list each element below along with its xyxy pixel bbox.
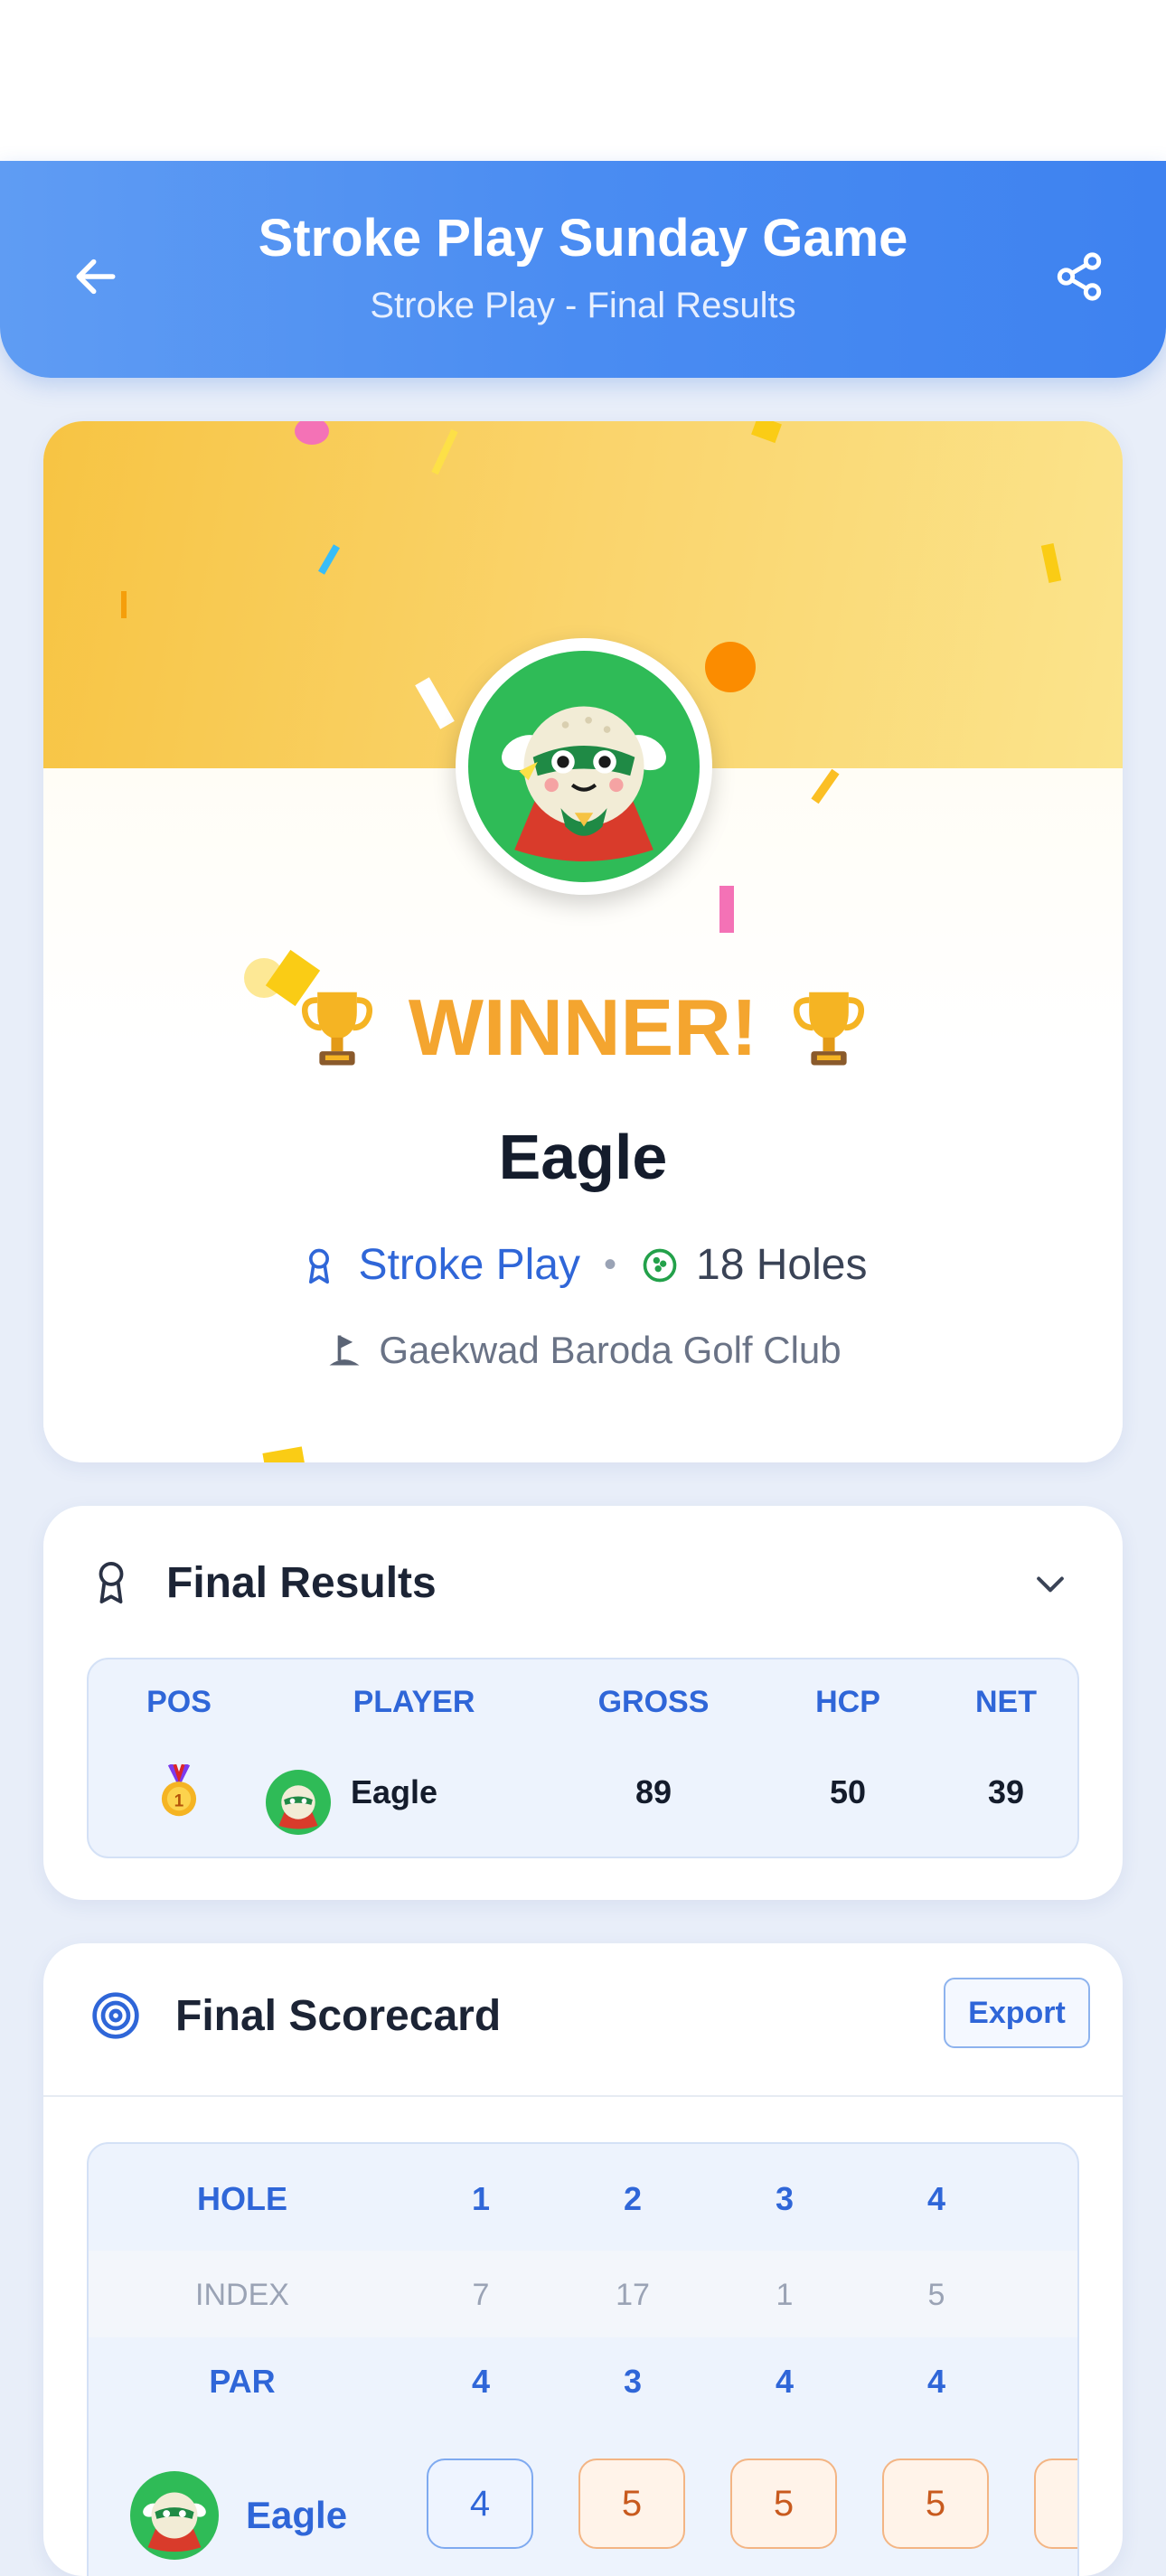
column-header: HCP	[815, 1685, 880, 1719]
award-icon	[99, 1561, 124, 1603]
trophy-icon	[794, 992, 865, 1066]
player-avatar	[130, 2471, 219, 2560]
chevron-down-icon	[1037, 1576, 1064, 1593]
handicap: 50	[829, 1773, 867, 1810]
gross-score: 89	[635, 1773, 672, 1810]
winner-label: WINNER!	[408, 982, 758, 1072]
player-avatar	[266, 1770, 331, 1835]
game-meta: Stroke Play • 18 Holes	[43, 1240, 1123, 1290]
trophy-icon	[301, 992, 372, 1066]
hole-row: HOLE 1 2 3 4 5	[89, 2144, 1077, 2251]
column-header: NET	[975, 1685, 1037, 1719]
index-value: 1	[776, 2278, 794, 2312]
svg-text:1: 1	[174, 1792, 184, 1811]
index-value: 5	[927, 2278, 945, 2312]
status-bar	[0, 0, 1166, 161]
confetti	[121, 591, 127, 618]
column-header: POS	[146, 1685, 212, 1719]
column-header: GROSS	[597, 1685, 710, 1719]
index-value: 17	[616, 2278, 650, 2312]
par-label: PAR	[209, 2363, 276, 2400]
winner-heading: WINNER!	[43, 982, 1123, 1074]
score-cell[interactable]: 5	[730, 2458, 837, 2549]
hole-number: 4	[926, 2180, 946, 2217]
par-value: 4	[926, 2363, 946, 2400]
divider	[43, 2095, 1123, 2097]
column-header: PLAYER	[353, 1685, 475, 1719]
separator-dot: •	[603, 1245, 616, 1284]
hole-number: 5	[1043, 2180, 1077, 2218]
net-score: 39	[987, 1773, 1025, 1810]
page-subtitle: Stroke Play - Final Results	[370, 286, 796, 325]
share-icon	[1057, 252, 1102, 301]
score-cell[interactable]: 5	[578, 2458, 685, 2549]
par-value: 4	[471, 2363, 491, 2400]
par-row: PAR 4 3 4 4 3	[89, 2337, 1077, 2424]
final-scorecard-title: Final Scorecard	[175, 1991, 502, 2040]
score-cell[interactable]: 5	[882, 2458, 989, 2549]
index-row: INDEX 7 17 1 5 1	[89, 2251, 1077, 2337]
score-cell[interactable]: 4	[427, 2458, 533, 2549]
final-scorecard-header: Final Scorecard	[90, 1990, 501, 2041]
hole-label: HOLE	[196, 2180, 287, 2217]
scorecard-table: HOLE 1 2 3 4 5 INDEX 7 17 1 5 1 PAR 4 3 …	[87, 2142, 1079, 2576]
share-button[interactable]	[1041, 239, 1117, 315]
index-label: INDEX	[195, 2278, 289, 2312]
par-value: 3	[1043, 2363, 1077, 2401]
final-scorecard-card: Final Scorecard Export HOLE 1 2 3 4 5 IN…	[43, 1943, 1123, 2576]
hole-number: 1	[471, 2180, 491, 2217]
index-value: 1	[1043, 2278, 1077, 2313]
winner-name: Eagle	[498, 1122, 668, 1192]
page-title: Stroke Play Sunday Game	[258, 209, 908, 268]
par-value: 4	[775, 2363, 795, 2400]
hole-number: 2	[623, 2180, 643, 2217]
winner-card: WINNER! Eagle Stroke Play • 18 Holes Gae…	[43, 421, 1123, 1462]
hole-number: 3	[775, 2180, 795, 2217]
target-icon	[92, 1992, 139, 2039]
index-value: 7	[472, 2278, 490, 2312]
golf-ball-mascot-icon	[502, 706, 666, 861]
player-score-row: Eagle 4 5 5 5 5	[89, 2424, 1077, 2576]
course-info: Gaekwad Baroda Golf Club	[43, 1329, 1123, 1372]
export-button[interactable]: Export	[944, 1978, 1090, 2048]
final-results-title: Final Results	[166, 1558, 437, 1607]
player-name[interactable]: Eagle	[351, 1773, 477, 1811]
award-icon	[308, 1248, 329, 1283]
gold-medal-icon: 1	[146, 1763, 212, 1829]
final-results-header[interactable]: Final Results	[90, 1556, 437, 1609]
course-name: Gaekwad Baroda Golf Club	[379, 1329, 842, 1371]
winner-avatar	[456, 638, 712, 895]
game-type: Stroke Play	[358, 1241, 580, 1289]
golf-ball-icon	[643, 1248, 677, 1282]
score-cell[interactable]: 5	[1034, 2458, 1077, 2549]
player-cell[interactable]: Eagle	[130, 2471, 347, 2560]
par-value: 3	[623, 2363, 643, 2400]
golf-flag-icon	[329, 1335, 360, 1366]
player-name: Eagle	[246, 2494, 348, 2536]
results-table: POS PLAYER GROSS HCP NET 1 Eagle 89 50 3…	[87, 1658, 1079, 1858]
confetti	[705, 642, 756, 692]
confetti	[719, 886, 734, 933]
app-header: Stroke Play Sunday Game Stroke Play - Fi…	[0, 161, 1166, 378]
holes-count: 18 Holes	[696, 1241, 868, 1289]
collapse-button[interactable]	[1025, 1558, 1076, 1609]
final-results-card: Final Results POS PLAYER GROSS HCP NET 1…	[43, 1506, 1123, 1900]
